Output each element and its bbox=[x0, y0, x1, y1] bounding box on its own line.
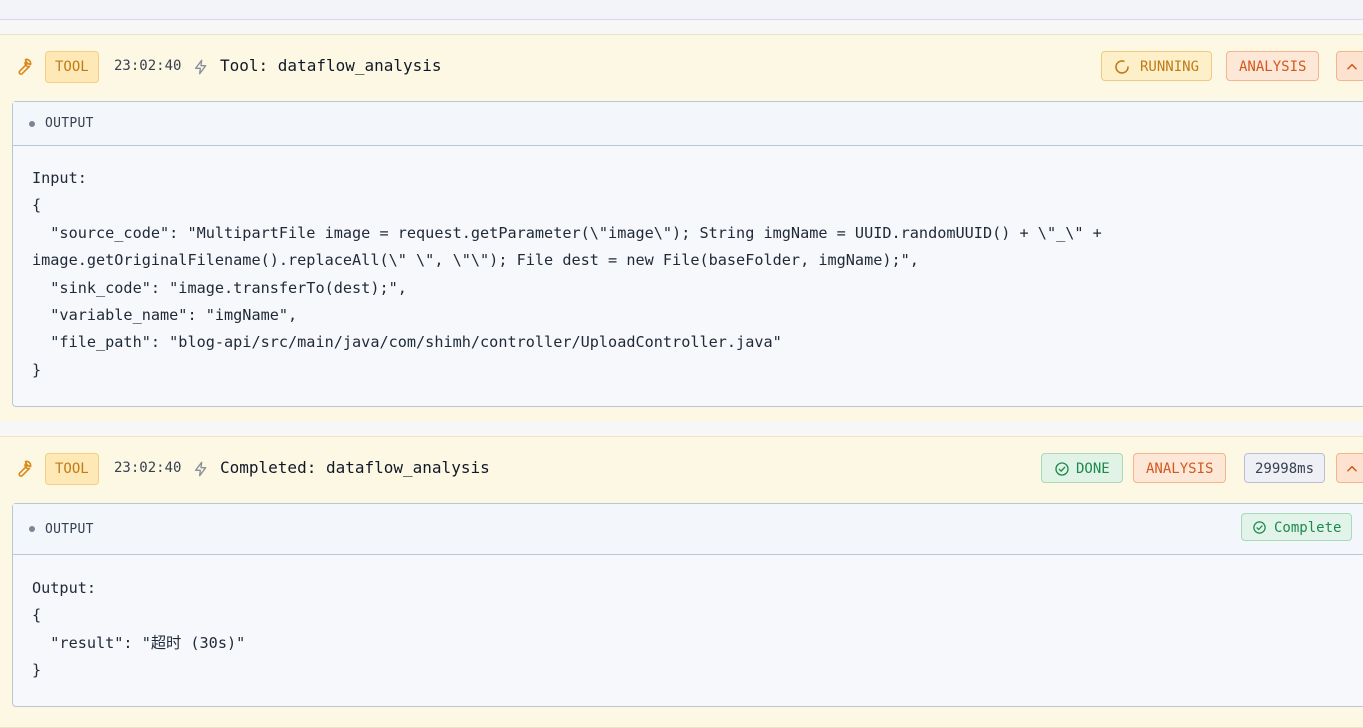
tool-card-done: TOOL 23:02:40 Completed: dataflow_analys… bbox=[0, 436, 1363, 728]
card-separator bbox=[0, 421, 1363, 435]
status-badge-running: RUNNING bbox=[1101, 51, 1213, 81]
card-header[interactable]: TOOL 23:02:40 Completed: dataflow_analys… bbox=[0, 437, 1363, 501]
panel-label: OUTPUT bbox=[45, 522, 94, 537]
tool-tag: TOOL bbox=[45, 51, 99, 83]
bolt-icon bbox=[195, 461, 207, 477]
code-line: } bbox=[32, 661, 42, 680]
collapse-button[interactable] bbox=[1336, 453, 1363, 483]
category-badge: ANALYSIS bbox=[1226, 51, 1320, 81]
bullet-icon bbox=[29, 121, 35, 127]
card-title: Completed: dataflow_analysis bbox=[220, 458, 490, 477]
chevron-up-icon bbox=[1347, 465, 1357, 472]
complete-status-pill: Complete bbox=[1241, 513, 1353, 541]
tool-tag: TOOL bbox=[45, 453, 99, 485]
code-line: "result": "超时 (30s)" bbox=[32, 633, 246, 652]
code-line: "variable_name": "imgName", bbox=[32, 306, 298, 325]
code-line: image.getOriginalFilename().replaceAll(\… bbox=[32, 251, 919, 270]
wrench-icon bbox=[18, 58, 32, 75]
panel-header: OUTPUT bbox=[13, 102, 1363, 146]
check-circle-icon bbox=[1253, 521, 1266, 534]
complete-label: Complete bbox=[1274, 520, 1342, 536]
check-circle-icon bbox=[1055, 462, 1069, 476]
code-line: Input: bbox=[32, 169, 87, 187]
code-line: "sink_code": "image.transferTo(dest);", bbox=[32, 278, 407, 297]
code-line: { bbox=[32, 606, 42, 625]
bolt-icon bbox=[195, 59, 207, 75]
status-label: RUNNING bbox=[1140, 59, 1200, 75]
spinner-icon bbox=[1115, 60, 1129, 74]
code-line: { bbox=[32, 196, 42, 215]
card-separator bbox=[0, 20, 1363, 34]
wrench-icon bbox=[18, 460, 32, 477]
code-line: } bbox=[32, 360, 42, 379]
collapse-button[interactable] bbox=[1336, 51, 1363, 81]
status-label: DONE bbox=[1076, 461, 1110, 477]
panel-header: OUTPUT Complete bbox=[13, 504, 1363, 555]
timestamp: 23:02:40 bbox=[114, 460, 182, 476]
code-line: "file_path": "blog-api/src/main/java/com… bbox=[32, 333, 782, 352]
output-panel: OUTPUT Complete Output: { "result": "超时 … bbox=[12, 503, 1363, 707]
bullet-icon bbox=[29, 526, 35, 532]
category-badge: ANALYSIS bbox=[1133, 453, 1227, 483]
card-title: Tool: dataflow_analysis bbox=[220, 56, 442, 75]
output-panel: OUTPUT Input: { "source_code": "Multipar… bbox=[12, 101, 1363, 407]
code-line: Output: bbox=[32, 579, 97, 597]
timestamp: 23:02:40 bbox=[114, 58, 182, 74]
chevron-up-icon bbox=[1347, 63, 1357, 70]
card-header[interactable]: TOOL 23:02:40 Tool: dataflow_analysis RU… bbox=[0, 35, 1363, 99]
code-block: Output: { "result": "超时 (30s)" } bbox=[32, 575, 245, 685]
previous-card-edge bbox=[0, 0, 1363, 20]
status-badge-done: DONE bbox=[1041, 453, 1123, 483]
panel-label: OUTPUT bbox=[45, 116, 94, 131]
code-line: "source_code": "MultipartFile image = re… bbox=[32, 223, 1102, 242]
tool-card-running: TOOL 23:02:40 Tool: dataflow_analysis RU… bbox=[0, 34, 1363, 422]
duration-badge: 29998ms bbox=[1244, 453, 1326, 483]
code-block: Input: { "source_code": "MultipartFile i… bbox=[32, 165, 1102, 384]
